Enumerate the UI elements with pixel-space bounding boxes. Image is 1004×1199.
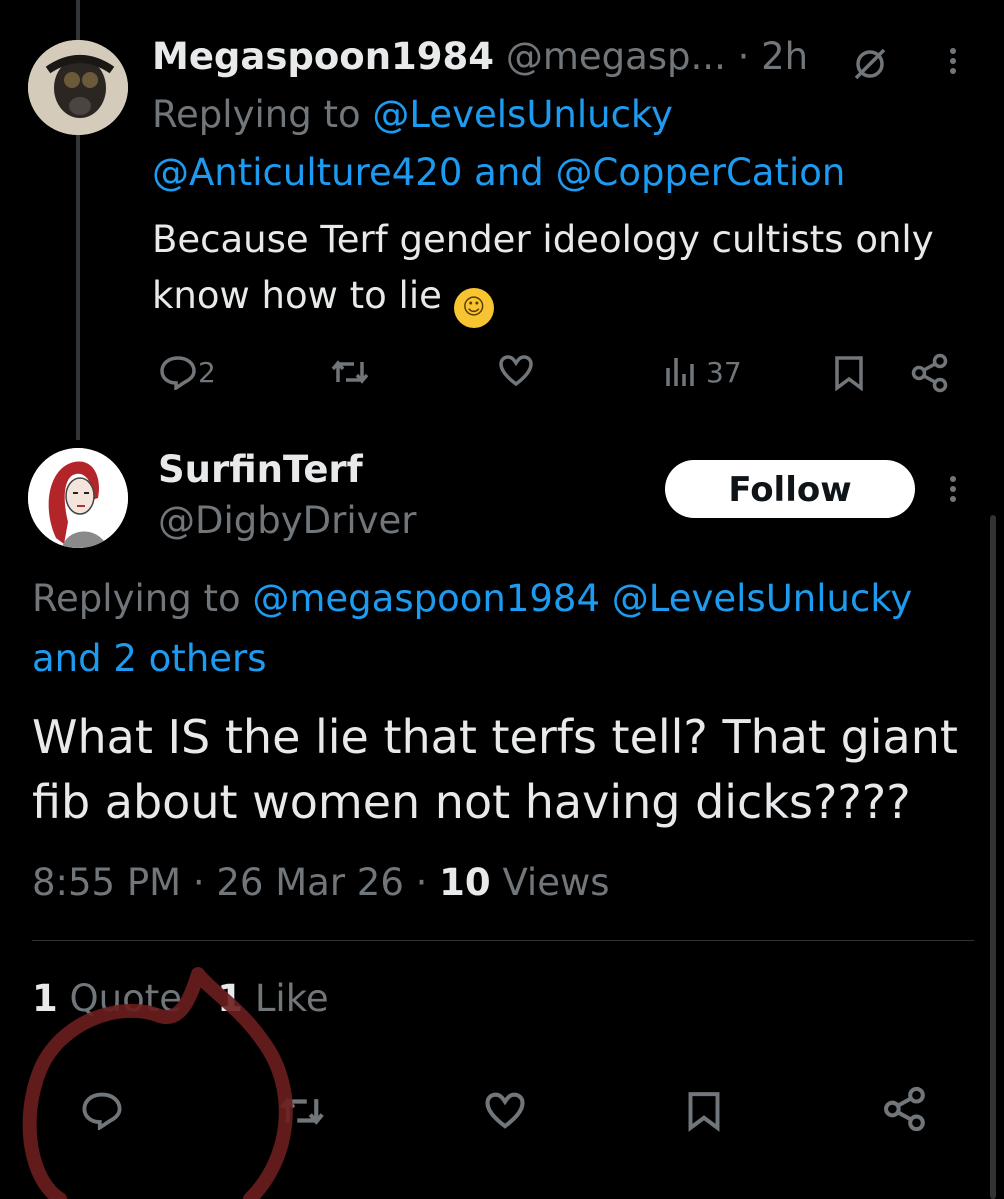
mention-link[interactable]: @LevelsUnlucky (612, 577, 913, 620)
tweet2-views-count: 10 (439, 861, 491, 904)
bookmark-button[interactable] (686, 1090, 722, 1132)
replying-to-label: Replying to (152, 93, 361, 136)
mention-link[interactable]: @LevelsUnlucky (372, 93, 673, 136)
tweet2-time[interactable]: 8:55 PM (32, 861, 181, 904)
reply-others-link[interactable]: and 2 others (32, 637, 267, 680)
tweet1-header: Megaspoon1984 @megasp... · 2h (152, 32, 808, 82)
reply-count: 2 (198, 355, 216, 389)
views-button[interactable]: 37 (664, 354, 742, 390)
retweet-icon (330, 356, 370, 388)
tweet2-handle[interactable]: @DigbyDriver (158, 497, 417, 545)
rolling-laughing-emoji-icon: ☺ (453, 288, 494, 328)
tweet1-time: · 2h (737, 35, 809, 78)
tweet1-more-options[interactable] (948, 44, 958, 78)
tweet2-more-options[interactable] (948, 472, 958, 506)
reply-button[interactable]: 2 (158, 354, 216, 390)
avatar-megaspoon[interactable] (28, 40, 128, 135)
tweet1-replying-line: Replying to @LevelsUnlucky (152, 89, 673, 141)
replying-to-label: Replying to (32, 577, 241, 620)
tweet1-replying-line-2: @Anticulture420 and @CopperCation (152, 147, 845, 199)
like-button[interactable] (498, 355, 534, 387)
tweet1-body: Because Terf gender ideology cultists on… (152, 218, 934, 317)
mention-link[interactable]: @megaspoon1984 (252, 577, 600, 620)
heart-icon (484, 1092, 526, 1130)
thread-line (76, 135, 80, 440)
scrollbar[interactable] (990, 515, 996, 1199)
mention-link[interactable]: @Anticulture420 (152, 151, 462, 194)
retweet-button[interactable] (330, 356, 370, 388)
share-icon (910, 353, 950, 393)
share-button[interactable] (910, 353, 950, 393)
tweet2-meta: 8:55 PM · 26 Mar 26 · 10 Views (32, 856, 610, 910)
disconnected-icon (850, 44, 890, 84)
bookmark-icon (833, 355, 865, 391)
divider (32, 940, 974, 941)
tweet2-text: What IS the lie that terfs tell? That gi… (32, 710, 958, 829)
hand-drawn-annotation (22, 967, 293, 1199)
like-button[interactable] (484, 1092, 526, 1130)
bookmark-icon (686, 1090, 722, 1132)
tweet1-text: Because Terf gender ideology cultists on… (152, 212, 952, 328)
mention-conjunction: and (474, 151, 544, 194)
heart-icon (498, 355, 534, 387)
follow-button[interactable]: Follow (665, 460, 915, 518)
tweet1-handle[interactable]: @megasp... (506, 35, 726, 78)
tweet2-replying-line: Replying to @megaspoon1984 @LevelsUnluck… (32, 572, 912, 626)
avatar-surfinterf[interactable] (28, 448, 128, 548)
bookmark-button[interactable] (833, 355, 865, 391)
views-count: 37 (706, 355, 742, 389)
tweet2-views-label: Views (502, 861, 610, 904)
tweet2-display-name[interactable]: SurfinTerf (158, 446, 363, 494)
analytics-icon (664, 354, 700, 390)
thread-line-top (76, 0, 80, 40)
reply-icon (158, 354, 198, 390)
tweet2-replying-line-2: and 2 others (32, 632, 267, 686)
tweet2-date: · 26 Mar 26 · (192, 861, 428, 904)
mention-link[interactable]: @CopperCation (556, 151, 846, 194)
share-button[interactable] (882, 1086, 928, 1132)
tweet1-display-name[interactable]: Megaspoon1984 (152, 35, 494, 78)
share-icon (882, 1086, 928, 1132)
